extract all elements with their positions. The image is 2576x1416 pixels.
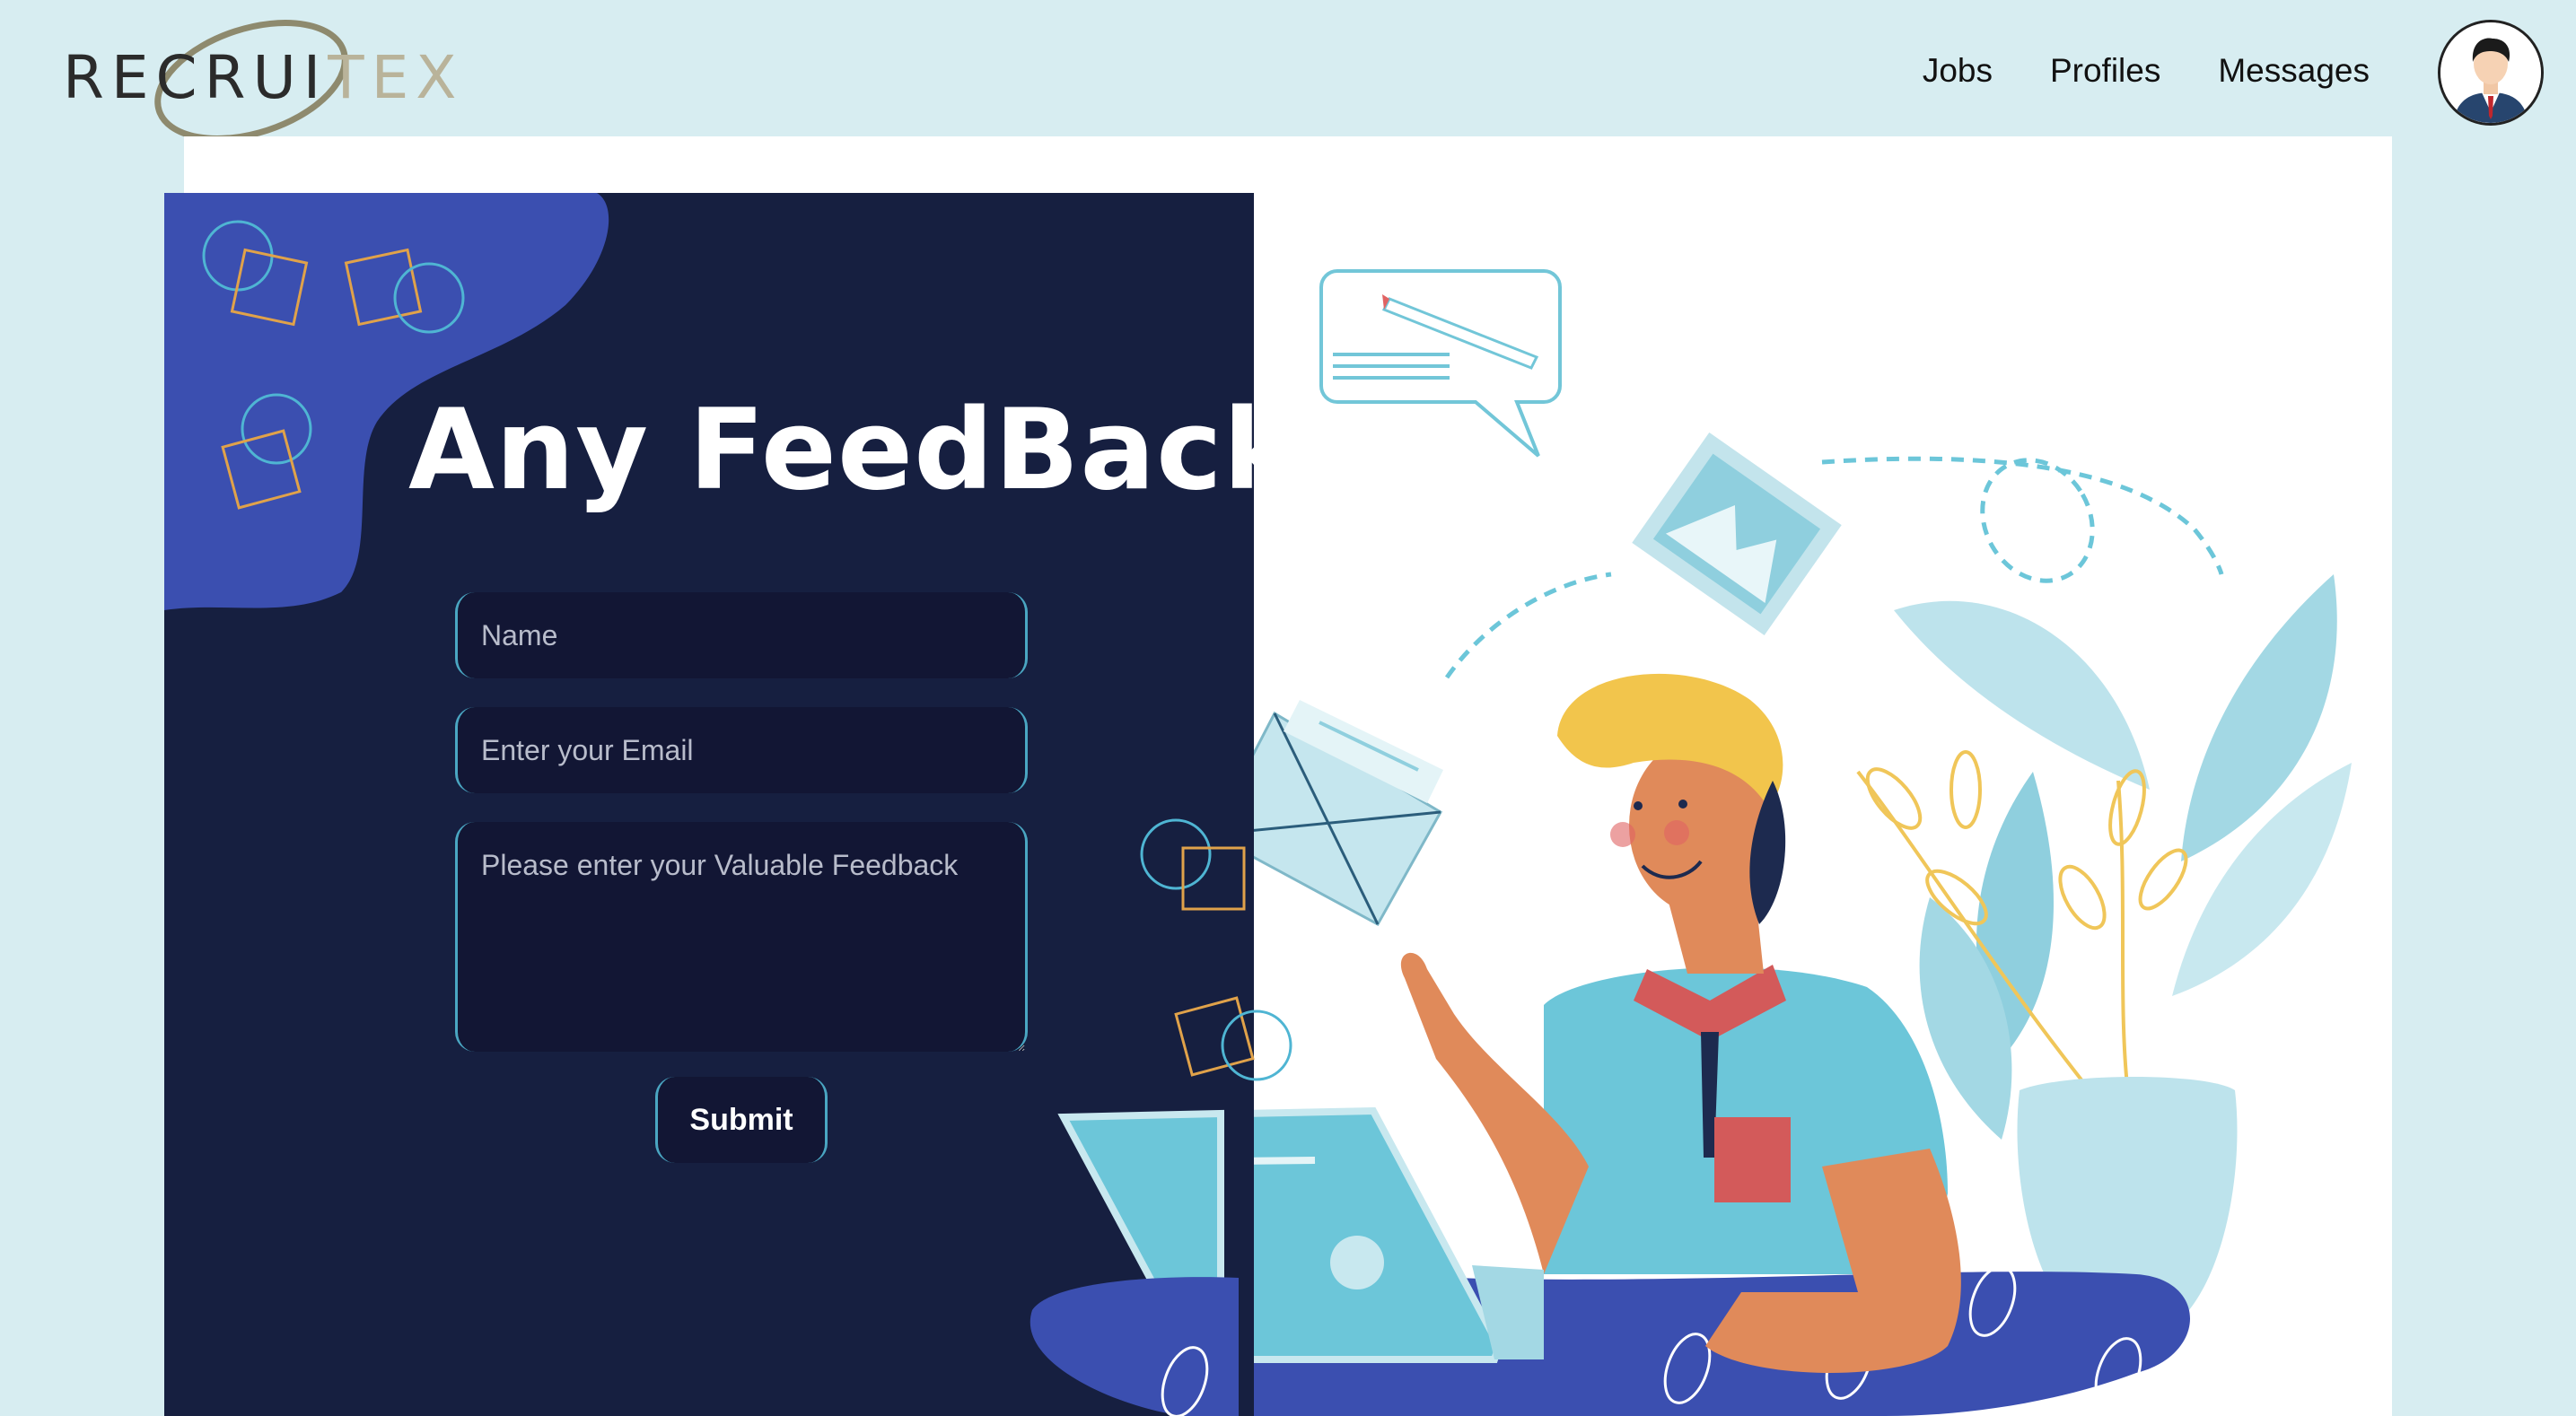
feedback-illustration xyxy=(164,193,2352,1416)
submit-button[interactable]: Submit xyxy=(655,1077,828,1163)
speech-bubble-icon xyxy=(1319,269,1562,458)
dashed-path-decoration xyxy=(1444,456,2224,679)
page-title: Any FeedBack xyxy=(408,386,1299,515)
photo-frame-icon xyxy=(1632,432,1842,636)
name-field[interactable] xyxy=(455,592,1028,678)
email-field[interactable] xyxy=(455,707,1028,793)
feedback-textarea[interactable] xyxy=(455,822,1028,1052)
